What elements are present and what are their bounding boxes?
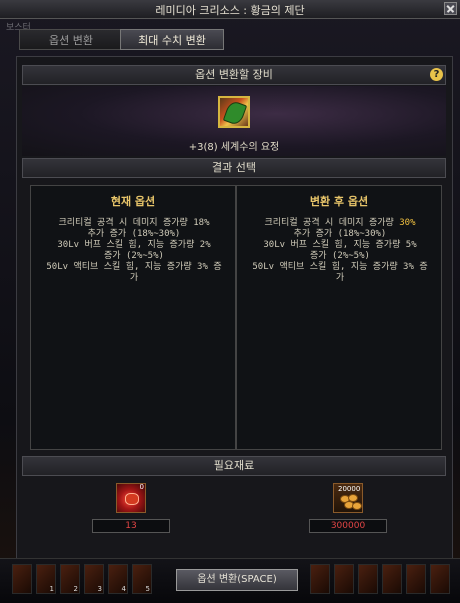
altar-window: 레미디아 크리소스 : 황금의 제단 보스터 옵션 변환 최대 수치 변환 옵션… [0, 0, 460, 603]
option-line: 50Lv 액티브 스킬 힘, 지능 증가량 3% 증 [46, 262, 222, 272]
item-name: +3(8) 세계수의 요정 [188, 142, 280, 153]
tab-option-convert[interactable]: 옵션 변환 [19, 29, 123, 50]
hotbar-slot[interactable]: 5 [132, 564, 152, 594]
hotbar-slot[interactable] [12, 564, 32, 594]
option-line: 추가 증가 (18%~30%) [87, 229, 181, 239]
result-section-header: 결과 선택 [22, 158, 446, 178]
hotbar-slot[interactable] [382, 564, 402, 594]
gold-quantity: 300000 [309, 519, 387, 533]
option-line: 크리티컬 공격 시 데미지 증가량 18% [58, 218, 210, 228]
close-icon[interactable] [444, 2, 457, 15]
gold-coins-icon[interactable]: 20000 [333, 483, 363, 513]
option-line: 30Lv 버프 스킬 힘, 지능 증가량 5% [263, 240, 417, 250]
current-option-panel[interactable]: 현재 옵션 크리티컬 공격 시 데미지 증가량 18% 추가 증가 (18%~3… [30, 185, 236, 450]
option-line: 크리티컬 공격 시 데미지 증가량 30% [264, 218, 416, 228]
material-badge: 0 [139, 483, 144, 491]
new-option-list: 크리티컬 공격 시 데미지 증가량 30% 추가 증가 (18%~30%) 30… [245, 218, 435, 284]
hotbar-slot[interactable] [334, 564, 354, 594]
equipment-section-header: 옵션 변환할 장비 ? [22, 65, 446, 85]
hotbar-slot[interactable] [310, 564, 330, 594]
help-icon[interactable]: ? [430, 68, 443, 81]
option-line: 증가 (2%~5%) [104, 251, 164, 261]
equipment-section-title: 옵션 변환할 장비 [195, 68, 273, 81]
title-bar[interactable]: 레미디아 크리소스 : 황금의 제단 [0, 0, 460, 19]
option-line: 가 [335, 273, 345, 283]
tab-max-value-convert[interactable]: 최대 수치 변환 [120, 29, 224, 50]
option-line: 30Lv 버프 스킬 힘, 지능 증가량 2% [57, 240, 211, 250]
hotbar-slot[interactable]: 1 [36, 564, 56, 594]
hotbar-slot[interactable]: 2 [60, 564, 80, 594]
item-display: +3(8) 세계수의 요정 [22, 86, 446, 156]
current-option-list: 크리티컬 공격 시 데미지 증가량 18% 추가 증가 (18%~30%) 30… [39, 218, 229, 284]
hotbar-slot[interactable] [430, 564, 450, 594]
option-line: 추가 증가 (18%~30%) [293, 229, 387, 239]
window-title: 레미디아 크리소스 : 황금의 제단 [155, 4, 305, 17]
tab-bar: 옵션 변환 최대 수치 변환 [8, 29, 452, 51]
hotbar-slot[interactable]: 4 [108, 564, 128, 594]
hotbar-slot[interactable] [406, 564, 426, 594]
option-line: 가 [129, 273, 139, 283]
materials-section-header: 필요재료 [22, 456, 446, 476]
fairy-leaf-icon[interactable] [218, 96, 250, 128]
max-value-highlight: 30% [399, 218, 416, 228]
current-option-title: 현재 옵션 [110, 195, 156, 208]
red-crystal-icon[interactable]: 0 [116, 483, 146, 513]
convert-option-button[interactable]: 옵션 변환(SPACE) [176, 569, 298, 591]
new-option-title: 변환 후 옵션 [309, 195, 369, 208]
option-line: 50Lv 액티브 스킬 힘, 지능 증가량 3% 증 [252, 262, 428, 272]
option-line: 증가 (2%~5%) [310, 251, 370, 261]
hotbar-slot[interactable]: 3 [84, 564, 104, 594]
material-quantity: 13 [92, 519, 170, 533]
new-option-panel[interactable]: 변환 후 옵션 크리티컬 공격 시 데미지 증가량 30% 추가 증가 (18%… [236, 185, 442, 450]
hotbar-slot[interactable] [358, 564, 378, 594]
material-badge: 20000 [338, 485, 361, 493]
